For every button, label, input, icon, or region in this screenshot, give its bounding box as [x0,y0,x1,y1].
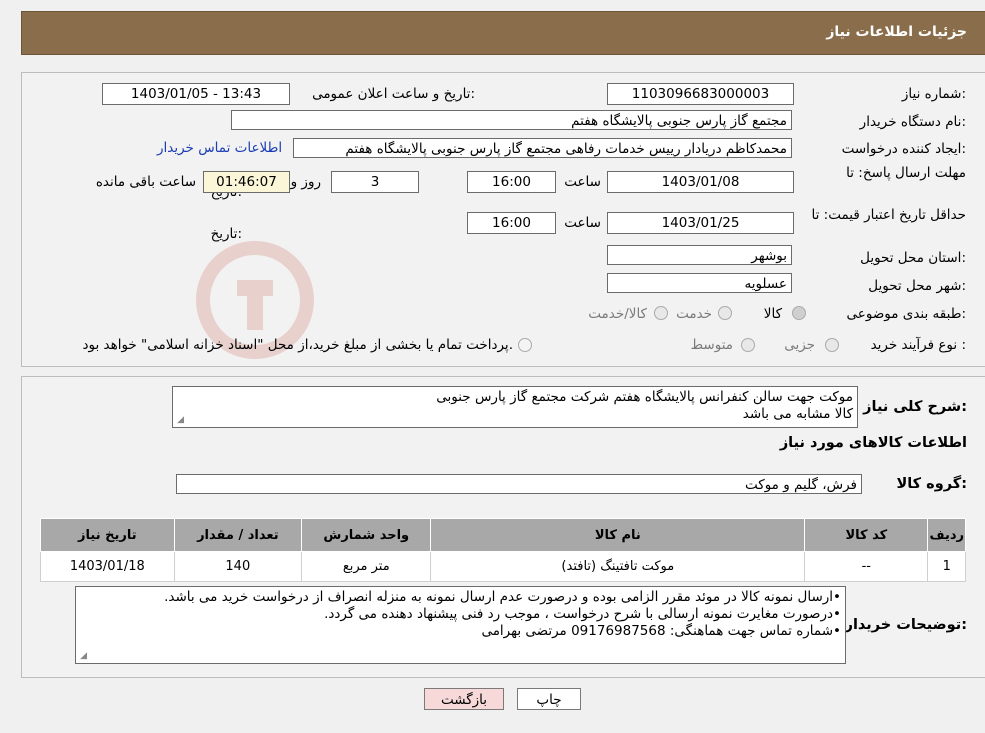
buyer-notes-label: توضیحات خریدار: [844,617,967,633]
city-field[interactable]: عسلویه [607,273,792,293]
buyer-note-1: •ارسال نمونه کالا در موئد مقرر الزامی بو… [164,589,841,605]
announce-datetime-field[interactable]: 1403/01/05 - 13:43 [102,83,290,105]
creator-label: ایجاد کننده درخواست: [841,141,966,157]
validity-label-line2: تاریخ: [210,226,242,242]
category-radio-service[interactable] [718,306,732,320]
category-option-service: خدمت [676,306,712,322]
header-need-date: تاریخ نیاز [40,518,175,552]
validity-date-field[interactable]: 1403/01/25 [607,212,794,234]
remaining-time-field[interactable]: 01:46:07 [203,171,290,193]
need-number-label: شماره نیاز: [901,86,966,102]
deadline-time-label: ساعت [564,174,601,190]
validity-label-line1: حداقل تاریخ اعتبار قیمت: تا [811,207,966,223]
remaining-time-label: ساعت باقی مانده [95,174,196,190]
table-header-row: ردیف کد کالا نام کالا واحد شمارش تعداد /… [40,518,966,552]
cell-row-number: 1 [927,551,966,582]
category-radio-goods-service[interactable] [654,306,668,320]
cell-quantity: 140 [173,551,303,582]
cell-need-date: 1403/01/18 [40,551,175,582]
cell-item-code: -- [804,551,929,582]
resize-grip-icon[interactable]: ◢ [175,416,184,425]
process-type-label: نوع فرآیند خرید : [870,337,966,353]
category-option-goods-service: کالا/خدمت [588,306,647,322]
need-summary-textarea[interactable]: موکت جهت سالن کنفرانس پالایشگاه هفتم شرک… [172,386,858,428]
treasury-payment-note: پرداخت تمام یا بخشی از مبلغ خرید،از محل … [82,337,513,353]
category-radio-goods[interactable] [792,306,806,320]
province-label: استان محل تحویل: [860,250,966,266]
header-row-number: ردیف [927,518,966,552]
header-item-name: نام کالا [430,518,806,552]
validity-time-label: ساعت [564,215,601,231]
table-row: 1 -- موکت تافتینگ (تافتد) متر مربع 140 1… [40,551,966,582]
days-remaining-field[interactable]: 3 [331,171,419,193]
goods-info-title: اطلاعات کالاهای مورد نیاز [779,435,967,451]
cell-unit: متر مربع [301,551,432,582]
buyer-org-label: نام دستگاه خریدار: [859,114,966,130]
days-label: روز و [290,174,321,190]
process-radio-minor[interactable] [825,338,839,352]
page-title: جزئیات اطلاعات نیاز [826,24,967,40]
need-summary-label: شرح کلی نیاز: [863,399,967,415]
header-quantity: تعداد / مقدار [173,518,303,552]
buyer-notes-textarea[interactable]: •ارسال نمونه کالا در موئد مقرر الزامی بو… [75,586,846,664]
resize-grip-icon[interactable]: ◢ [78,652,87,661]
validity-time-field[interactable]: 16:00 [467,212,556,234]
header-unit: واحد شمارش [301,518,432,552]
deadline-time-field[interactable]: 16:00 [467,171,556,193]
process-radio-medium[interactable] [741,338,755,352]
buyer-note-3: •شماره تماس جهت هماهنگی: 09176987568 مرت… [481,623,841,639]
city-label: شهر محل تحویل: [868,278,966,294]
category-option-goods: کالا [763,306,782,322]
process-option-minor: جزیی [784,337,815,353]
header-item-code: کد کالا [804,518,929,552]
goods-group-field[interactable]: فرش، گلیم و موکت [176,474,862,494]
creator-field[interactable]: محمدکاظم دریادار رییس خدمات رفاهی مجتمع … [293,138,792,158]
cell-item-name: موکت تافتینگ (تافتد) [430,551,806,582]
goods-table: ردیف کد کالا نام کالا واحد شمارش تعداد /… [40,518,966,582]
need-number-field[interactable]: 1103096683000003 [607,83,794,105]
province-field[interactable]: بوشهر [607,245,792,265]
goods-group-label: گروه کالا: [896,476,967,492]
deadline-date-field[interactable]: 1403/01/08 [607,171,794,193]
category-label: طبقه بندی موضوعی: [846,306,966,322]
page-header: جزئیات اطلاعات نیاز [21,11,985,55]
announce-datetime-label: تاریخ و ساعت اعلان عمومی: [312,86,475,102]
buyer-contact-link[interactable]: اطلاعات تماس خریدار [157,140,282,156]
buyer-org-field[interactable]: مجتمع گاز پارس جنوبی پالایشگاه هفتم [231,110,792,130]
deadline-label-line1: مهلت ارسال پاسخ: تا [846,165,966,181]
treasury-payment-checkbox[interactable] [518,338,532,352]
back-button[interactable]: بازگشت [424,688,504,710]
process-option-medium: متوسط [690,337,733,353]
need-summary-line2: کالا مشابه می باشد [742,406,853,422]
print-button[interactable]: چاپ [517,688,581,710]
need-summary-line1: موکت جهت سالن کنفرانس پالایشگاه هفتم شرک… [436,389,853,405]
buyer-note-2: •درصورت مغایرت نمونه ارسالی با شرح درخوا… [324,606,841,622]
